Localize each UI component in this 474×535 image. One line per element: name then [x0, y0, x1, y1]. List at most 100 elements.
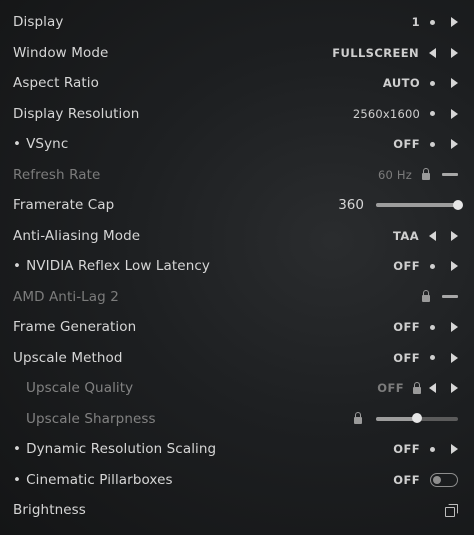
bullet-marker: • — [13, 471, 22, 488]
setting-controls: AUTO — [383, 68, 458, 99]
setting-controls: OFF — [393, 343, 458, 374]
setting-label: Anti-Aliasing Mode — [13, 227, 141, 244]
chevron-right-icon[interactable] — [451, 322, 458, 333]
bullet-marker: • — [13, 441, 22, 458]
option-indicator-dot — [430, 141, 435, 147]
option-indicator-dot — [430, 80, 435, 86]
setting-value: 2560x1600 — [352, 106, 420, 121]
setting-upscale-quality: Upscale Quality OFF — [0, 373, 474, 404]
setting-upscale-sharpness: Upscale Sharpness — [0, 404, 474, 435]
setting-upscale-method[interactable]: Upscale Method OFF — [0, 343, 474, 374]
setting-label: Window Mode — [13, 44, 109, 61]
setting-value: OFF — [393, 442, 420, 457]
setting-label: Display Resolution — [13, 105, 140, 122]
option-indicator-dot — [430, 263, 435, 269]
chevron-left-icon[interactable] — [429, 47, 436, 58]
setting-label: Refresh Rate — [13, 166, 101, 183]
setting-label: Frame Generation — [13, 319, 137, 336]
chevron-right-icon[interactable] — [451, 139, 458, 150]
setting-dynamic-resolution-scaling[interactable]: • Dynamic Resolution Scaling OFF — [0, 434, 474, 465]
setting-cinematic-pillarboxes[interactable]: • Cinematic Pillarboxes OFF — [0, 465, 474, 496]
setting-vsync[interactable]: • VSync OFF — [0, 129, 474, 160]
setting-label: Aspect Ratio — [13, 75, 100, 92]
upscale-sharpness-slider — [376, 413, 458, 424]
setting-label: Brightness — [13, 502, 86, 519]
chevron-right-icon[interactable] — [451, 261, 458, 272]
setting-display-resolution[interactable]: Display Resolution 2560x1600 — [0, 99, 474, 130]
option-indicator-dot — [430, 111, 435, 117]
slider-fill — [376, 416, 417, 421]
framerate-cap-slider[interactable] — [376, 199, 463, 210]
chevron-right-icon[interactable] — [451, 108, 458, 119]
setting-controls: 60 Hz — [378, 160, 458, 191]
lock-icon — [354, 412, 362, 425]
lock-icon — [422, 290, 430, 303]
setting-controls: OFF — [393, 465, 458, 496]
setting-value: AUTO — [382, 76, 420, 91]
setting-controls — [354, 404, 458, 435]
setting-brightness[interactable]: Brightness — [0, 495, 474, 526]
chevron-right-icon[interactable] — [451, 17, 458, 28]
option-indicator-dot — [430, 355, 435, 361]
setting-window-mode[interactable]: Window Mode FULLSCREEN — [0, 38, 474, 69]
chevron-left-icon[interactable] — [429, 230, 436, 241]
setting-label: Upscale Method — [13, 349, 123, 366]
slider-fill — [376, 203, 458, 208]
setting-value: OFF — [377, 381, 404, 396]
lock-icon — [422, 168, 430, 181]
setting-value: OFF — [393, 137, 420, 152]
lock-icon — [413, 381, 421, 394]
option-indicator-dot — [430, 19, 435, 25]
setting-label: • Dynamic Resolution Scaling — [13, 441, 216, 457]
setting-controls: OFF — [393, 129, 458, 160]
chevron-left-icon — [429, 383, 436, 394]
setting-controls: 360 — [338, 190, 463, 221]
setting-controls — [422, 282, 458, 313]
setting-refresh-rate: Refresh Rate 60 Hz — [0, 160, 474, 191]
setting-display[interactable]: Display 1 — [0, 7, 474, 38]
setting-value: OFF — [393, 320, 420, 335]
chevron-right-icon[interactable] — [451, 352, 458, 363]
disabled-dash — [442, 173, 458, 177]
setting-label-text: VSync — [26, 136, 69, 153]
chevron-right-icon[interactable] — [451, 47, 458, 58]
setting-label: • NVIDIA Reflex Low Latency — [13, 258, 210, 274]
slider-knob — [412, 413, 422, 424]
bullet-marker: • — [13, 136, 22, 153]
setting-label: AMD Anti-Lag 2 — [13, 288, 119, 305]
disabled-dash — [442, 295, 458, 299]
setting-value: 60 Hz — [378, 167, 412, 182]
setting-label: Framerate Cap — [13, 197, 115, 214]
setting-amd-anti-lag: AMD Anti-Lag 2 — [0, 282, 474, 313]
setting-controls: 1 — [412, 7, 458, 38]
chevron-right-icon[interactable] — [451, 78, 458, 89]
setting-framerate-cap[interactable]: Framerate Cap 360 — [0, 190, 474, 221]
copy-icon[interactable] — [445, 503, 458, 517]
slider-knob[interactable] — [453, 199, 463, 210]
setting-value: 1 — [411, 15, 420, 30]
chevron-right-icon[interactable] — [451, 230, 458, 241]
setting-value: FULLSCREEN — [332, 45, 419, 60]
setting-label: Upscale Sharpness — [26, 410, 156, 427]
setting-label-text: Dynamic Resolution Scaling — [26, 441, 217, 458]
setting-value: OFF — [393, 472, 420, 487]
setting-frame-generation[interactable]: Frame Generation OFF — [0, 312, 474, 343]
setting-label: Upscale Quality — [26, 380, 134, 397]
setting-controls: OFF — [393, 434, 458, 465]
setting-anti-aliasing-mode[interactable]: Anti-Aliasing Mode TAA — [0, 221, 474, 252]
setting-controls: OFF — [393, 312, 458, 343]
settings-menu: Display 1 Window Mode FULLSCREEN Aspect … — [0, 7, 474, 526]
bullet-marker: • — [13, 258, 22, 275]
setting-controls — [445, 495, 458, 526]
slider-value: 360 — [338, 197, 364, 214]
setting-controls: OFF — [377, 373, 458, 404]
setting-nvidia-reflex[interactable]: • NVIDIA Reflex Low Latency OFF — [0, 251, 474, 282]
setting-controls: FULLSCREEN — [332, 38, 458, 69]
pillarboxes-toggle[interactable] — [430, 472, 458, 487]
setting-value: OFF — [393, 350, 420, 365]
chevron-right-icon[interactable] — [451, 444, 458, 455]
setting-value: TAA — [393, 228, 419, 243]
setting-aspect-ratio[interactable]: Aspect Ratio AUTO — [0, 68, 474, 99]
setting-value: OFF — [393, 259, 420, 274]
toggle-knob — [433, 475, 441, 484]
